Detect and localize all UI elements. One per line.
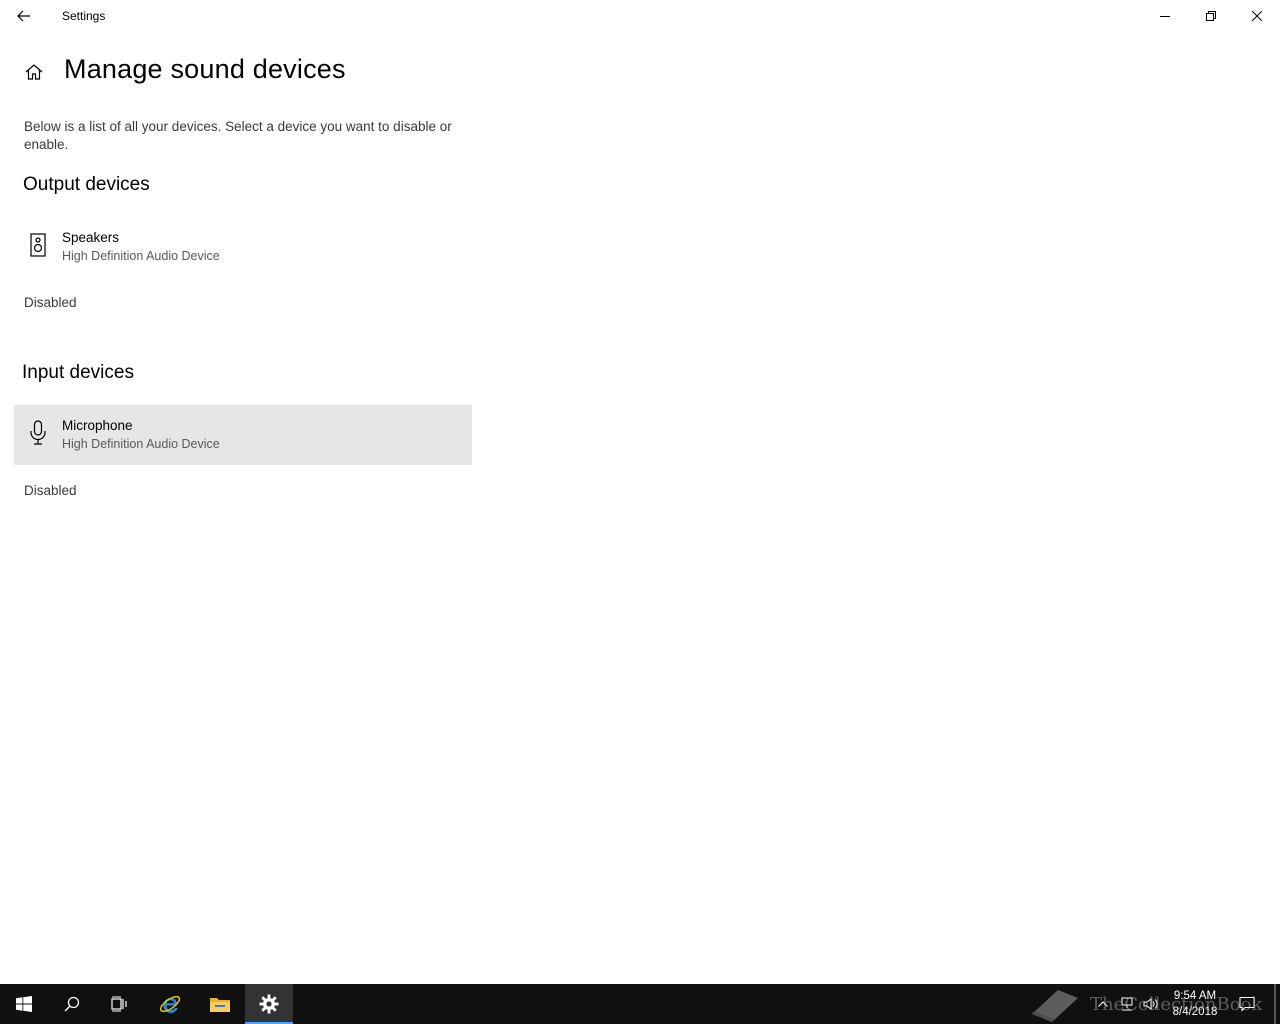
settings-taskbar-button[interactable] bbox=[245, 984, 293, 1024]
internet-explorer-button[interactable] bbox=[146, 984, 194, 1024]
home-button[interactable] bbox=[22, 60, 46, 84]
internet-explorer-icon bbox=[159, 995, 181, 1013]
title-bar: Settings bbox=[0, 0, 1280, 32]
page-description: Below is a list of all your devices. Sel… bbox=[24, 119, 452, 152]
page-title: Manage sound devices bbox=[64, 54, 346, 84]
file-explorer-button[interactable] bbox=[196, 984, 244, 1024]
speaker-icon bbox=[26, 231, 50, 259]
device-name: Microphone bbox=[62, 418, 133, 433]
window-title: Settings bbox=[62, 9, 106, 23]
device-microphone[interactable]: Microphone High Definition Audio Device bbox=[14, 405, 472, 465]
back-arrow-icon bbox=[17, 10, 30, 22]
device-description: High Definition Audio Device bbox=[62, 437, 220, 451]
start-icon bbox=[16, 996, 32, 1012]
output-devices-heading: Output devices bbox=[23, 174, 150, 195]
watermark-text: TheCollectionBook bbox=[1090, 993, 1263, 1015]
settings-icon bbox=[259, 994, 279, 1014]
show-desktop-button[interactable] bbox=[1274, 984, 1276, 1024]
close-icon bbox=[1252, 11, 1262, 21]
device-name: Speakers bbox=[62, 230, 120, 245]
microphone-icon bbox=[26, 419, 50, 447]
input-device-status: Disabled bbox=[24, 483, 77, 498]
task-view-icon bbox=[111, 996, 127, 1012]
file-explorer-icon bbox=[210, 998, 230, 1012]
device-description: High Definition Audio Device bbox=[62, 249, 220, 263]
restore-button[interactable] bbox=[1188, 0, 1234, 32]
search-button[interactable] bbox=[48, 984, 96, 1024]
input-devices-heading: Input devices bbox=[22, 362, 134, 383]
watermark: TheCollectionBook bbox=[1028, 984, 1262, 1024]
back-button[interactable] bbox=[0, 0, 48, 32]
search-icon bbox=[64, 996, 80, 1012]
task-view-button[interactable] bbox=[96, 984, 144, 1024]
maximize-icon bbox=[1206, 11, 1216, 21]
book-icon bbox=[1032, 990, 1078, 1022]
home-icon bbox=[25, 64, 43, 80]
output-device-status: Disabled bbox=[24, 295, 77, 310]
minimize-icon bbox=[1160, 16, 1170, 17]
device-speakers[interactable]: Speakers High Definition Audio Device bbox=[14, 217, 472, 277]
start-button[interactable] bbox=[0, 984, 48, 1024]
minimize-button[interactable] bbox=[1142, 0, 1188, 32]
close-button[interactable] bbox=[1234, 0, 1280, 32]
